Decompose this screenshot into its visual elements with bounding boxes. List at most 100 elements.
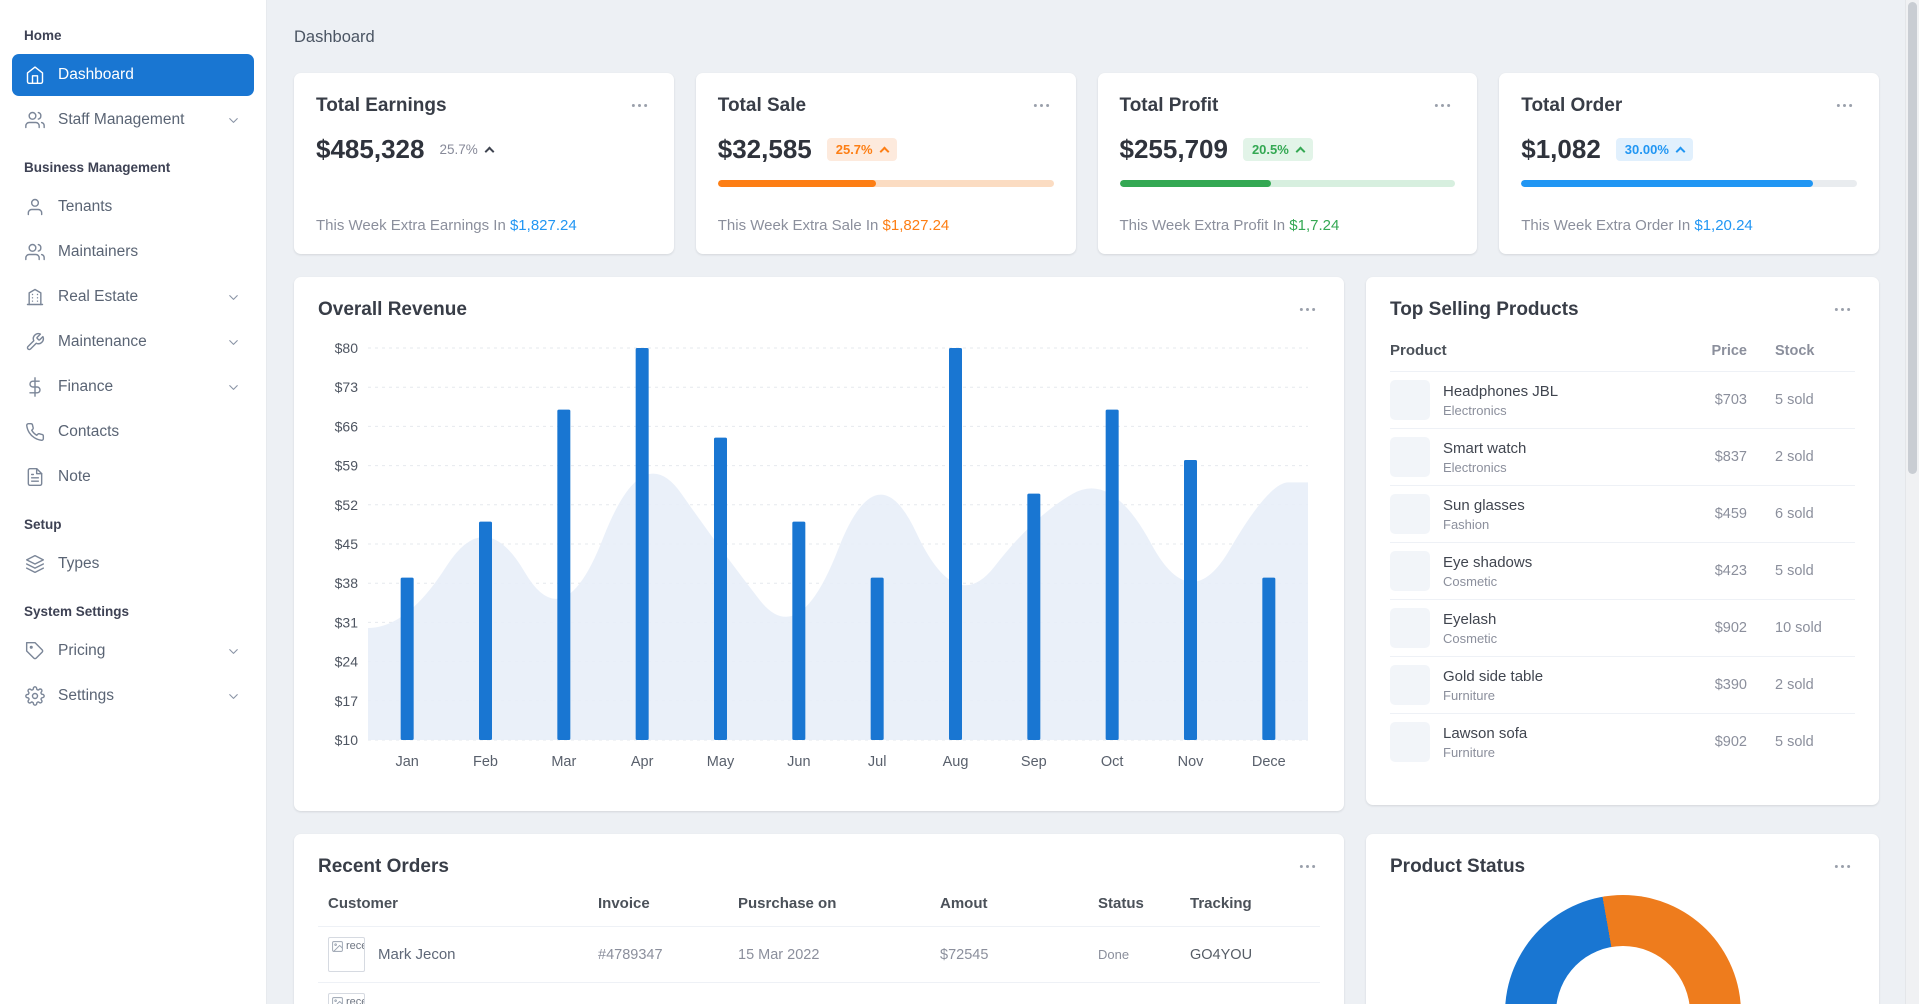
sidebar-item-finance[interactable]: Finance: [12, 366, 254, 408]
chevron-down-icon: [226, 113, 241, 128]
product-thumbnail: [1390, 380, 1430, 420]
product-stock: 2 sold: [1775, 449, 1814, 465]
order-purchase-date: 15 Mar 2022: [738, 946, 820, 963]
more-options-icon: [1297, 856, 1318, 877]
svg-text:$66: $66: [335, 418, 359, 434]
column-header-amout: Amout: [940, 895, 988, 912]
middle-row: Overall Revenue $10 $17 $24 $31 $38 $45 $52 $59…: [294, 277, 1879, 811]
more-options-button[interactable]: [627, 93, 652, 118]
stat-card-title: Total Profit: [1119, 94, 1219, 116]
more-options-button[interactable]: [1430, 93, 1455, 118]
svg-text:$24: $24: [335, 654, 359, 670]
sidebar-item-types[interactable]: Types: [12, 543, 254, 585]
sidebar-section-header: Setup: [24, 517, 62, 532]
chevron-down-icon: [226, 689, 241, 704]
sidebar-item-contacts[interactable]: Contacts: [12, 411, 254, 453]
sidebar-item-staff-management[interactable]: Staff Management: [12, 99, 254, 141]
sidebar-item-note[interactable]: Note: [12, 456, 254, 498]
column-header-stock: Stock: [1775, 342, 1815, 359]
sidebar-item-settings[interactable]: Settings: [12, 675, 254, 717]
stat-progress-track: [1521, 180, 1857, 187]
tenant-icon: [25, 197, 45, 217]
svg-text:May: May: [707, 754, 735, 770]
order-status: Done: [1098, 947, 1130, 962]
svg-text:Mar: Mar: [551, 754, 576, 770]
stat-footer-amount: $1,827.24: [882, 217, 950, 234]
stat-footer-amount: $1,20.24: [1694, 217, 1753, 234]
pricing-icon: [25, 641, 45, 661]
product-row[interactable]: Sun glasses Fashion $459 6 sold: [1390, 486, 1855, 543]
product-category: Cosmetic: [1443, 630, 1498, 646]
product-thumbnail: [1390, 551, 1430, 591]
product-price: $703: [1714, 392, 1747, 408]
svg-text:$45: $45: [335, 536, 359, 552]
more-options-button[interactable]: [1295, 297, 1320, 322]
sidebar-item-tenants[interactable]: Tenants: [12, 186, 254, 228]
more-options-button[interactable]: [1830, 854, 1855, 879]
sidebar-item-pricing[interactable]: Pricing: [12, 630, 254, 672]
product-thumbnail: [1390, 722, 1430, 762]
stat-footer: This Week Extra Earnings In $1,827.24: [316, 217, 577, 234]
svg-text:Feb: Feb: [473, 754, 498, 770]
svg-text:Apr: Apr: [631, 754, 654, 770]
more-options-button[interactable]: [1029, 93, 1054, 118]
svg-text:$59: $59: [335, 458, 359, 474]
sidebar-item-real-estate[interactable]: Real Estate: [12, 276, 254, 318]
product-row[interactable]: Smart watch Electronics $837 2 sold: [1390, 429, 1855, 486]
more-options-icon: [629, 95, 650, 116]
product-row[interactable]: Lawson sofa Furniture $902 5 sold: [1390, 714, 1855, 770]
stat-card-total-earnings: Total Earnings $485,328 25.7% This Week …: [294, 73, 674, 254]
svg-text:Oct: Oct: [1101, 754, 1124, 770]
product-category: Electronics: [1443, 402, 1507, 418]
sidebar: Home Dashboard Staff Management Business Ma…: [0, 0, 267, 1004]
avatar-alt-text: rece: [346, 940, 364, 952]
settings-icon: [25, 686, 45, 706]
product-category: Cosmetic: [1443, 573, 1498, 589]
more-options-button[interactable]: [1832, 93, 1857, 118]
main-content: Dashboard Total Earnings $485,328 25.7% …: [267, 0, 1905, 1004]
more-options-icon: [1832, 856, 1853, 877]
sidebar-item-maintainers[interactable]: Maintainers: [12, 231, 254, 273]
overall-revenue-card: Overall Revenue $10 $17 $24 $31 $38 $45 $52 $59…: [294, 277, 1344, 811]
note-icon: [25, 467, 45, 487]
svg-text:Jan: Jan: [395, 754, 418, 770]
sidebar-item-label: Settings: [58, 687, 115, 704]
sidebar-item-label: Types: [58, 555, 100, 572]
scrollbar-thumb[interactable]: [1908, 2, 1917, 474]
stat-card-value: $485,328: [316, 134, 425, 164]
stat-card-title: Total Order: [1521, 94, 1623, 116]
product-row[interactable]: Gold side table Furniture $390 2 sold: [1390, 657, 1855, 714]
order-row[interactable]: rece Mark Jecon #4789347 15 Mar 2022 $72…: [318, 926, 1320, 982]
product-category: Furniture: [1443, 744, 1496, 760]
stat-card-value: $255,709: [1119, 134, 1228, 164]
product-stock: 5 sold: [1775, 563, 1814, 579]
more-options-button[interactable]: [1295, 854, 1320, 879]
product-row[interactable]: Headphones JBL Electronics $703 5 sold: [1390, 372, 1855, 429]
product-name: Gold side table: [1443, 667, 1544, 685]
image-icon: [331, 996, 344, 1004]
staff-icon: [25, 110, 45, 130]
sidebar-item-maintenance[interactable]: Maintenance: [12, 321, 254, 363]
stat-progress-bar: [717, 180, 876, 187]
product-thumbnail: [1390, 665, 1430, 705]
stat-card-value: $1,082: [1521, 134, 1601, 164]
stat-footer: This Week Extra Sale In $1,827.24: [717, 217, 950, 234]
more-options-icon: [1297, 299, 1318, 320]
avatar-alt-text: rece: [346, 996, 364, 1004]
sidebar-section-header: System Settings: [24, 604, 130, 619]
order-row[interactable]: rece: [318, 982, 1320, 1004]
stat-footer: This Week Extra Profit In $1,7.24: [1119, 217, 1340, 234]
svg-text:$52: $52: [335, 497, 359, 513]
product-category: Furniture: [1443, 687, 1496, 703]
stat-progress-track: [717, 180, 1054, 187]
product-price: $902: [1714, 734, 1747, 750]
page-scrollbar[interactable]: [1905, 0, 1919, 1004]
sidebar-item-label: Note: [58, 468, 91, 485]
product-row[interactable]: Eyelash Cosmetic $902 10 sold: [1390, 600, 1855, 657]
product-name: Eyelash: [1443, 610, 1497, 628]
more-options-button[interactable]: [1830, 297, 1855, 322]
product-price: $423: [1714, 563, 1747, 579]
top-selling-list: Headphones JBL Electronics $703 5 sold S…: [1390, 372, 1855, 770]
product-row[interactable]: Eye shadows Cosmetic $423 5 sold: [1390, 543, 1855, 600]
sidebar-item-dashboard[interactable]: Dashboard: [12, 54, 254, 96]
